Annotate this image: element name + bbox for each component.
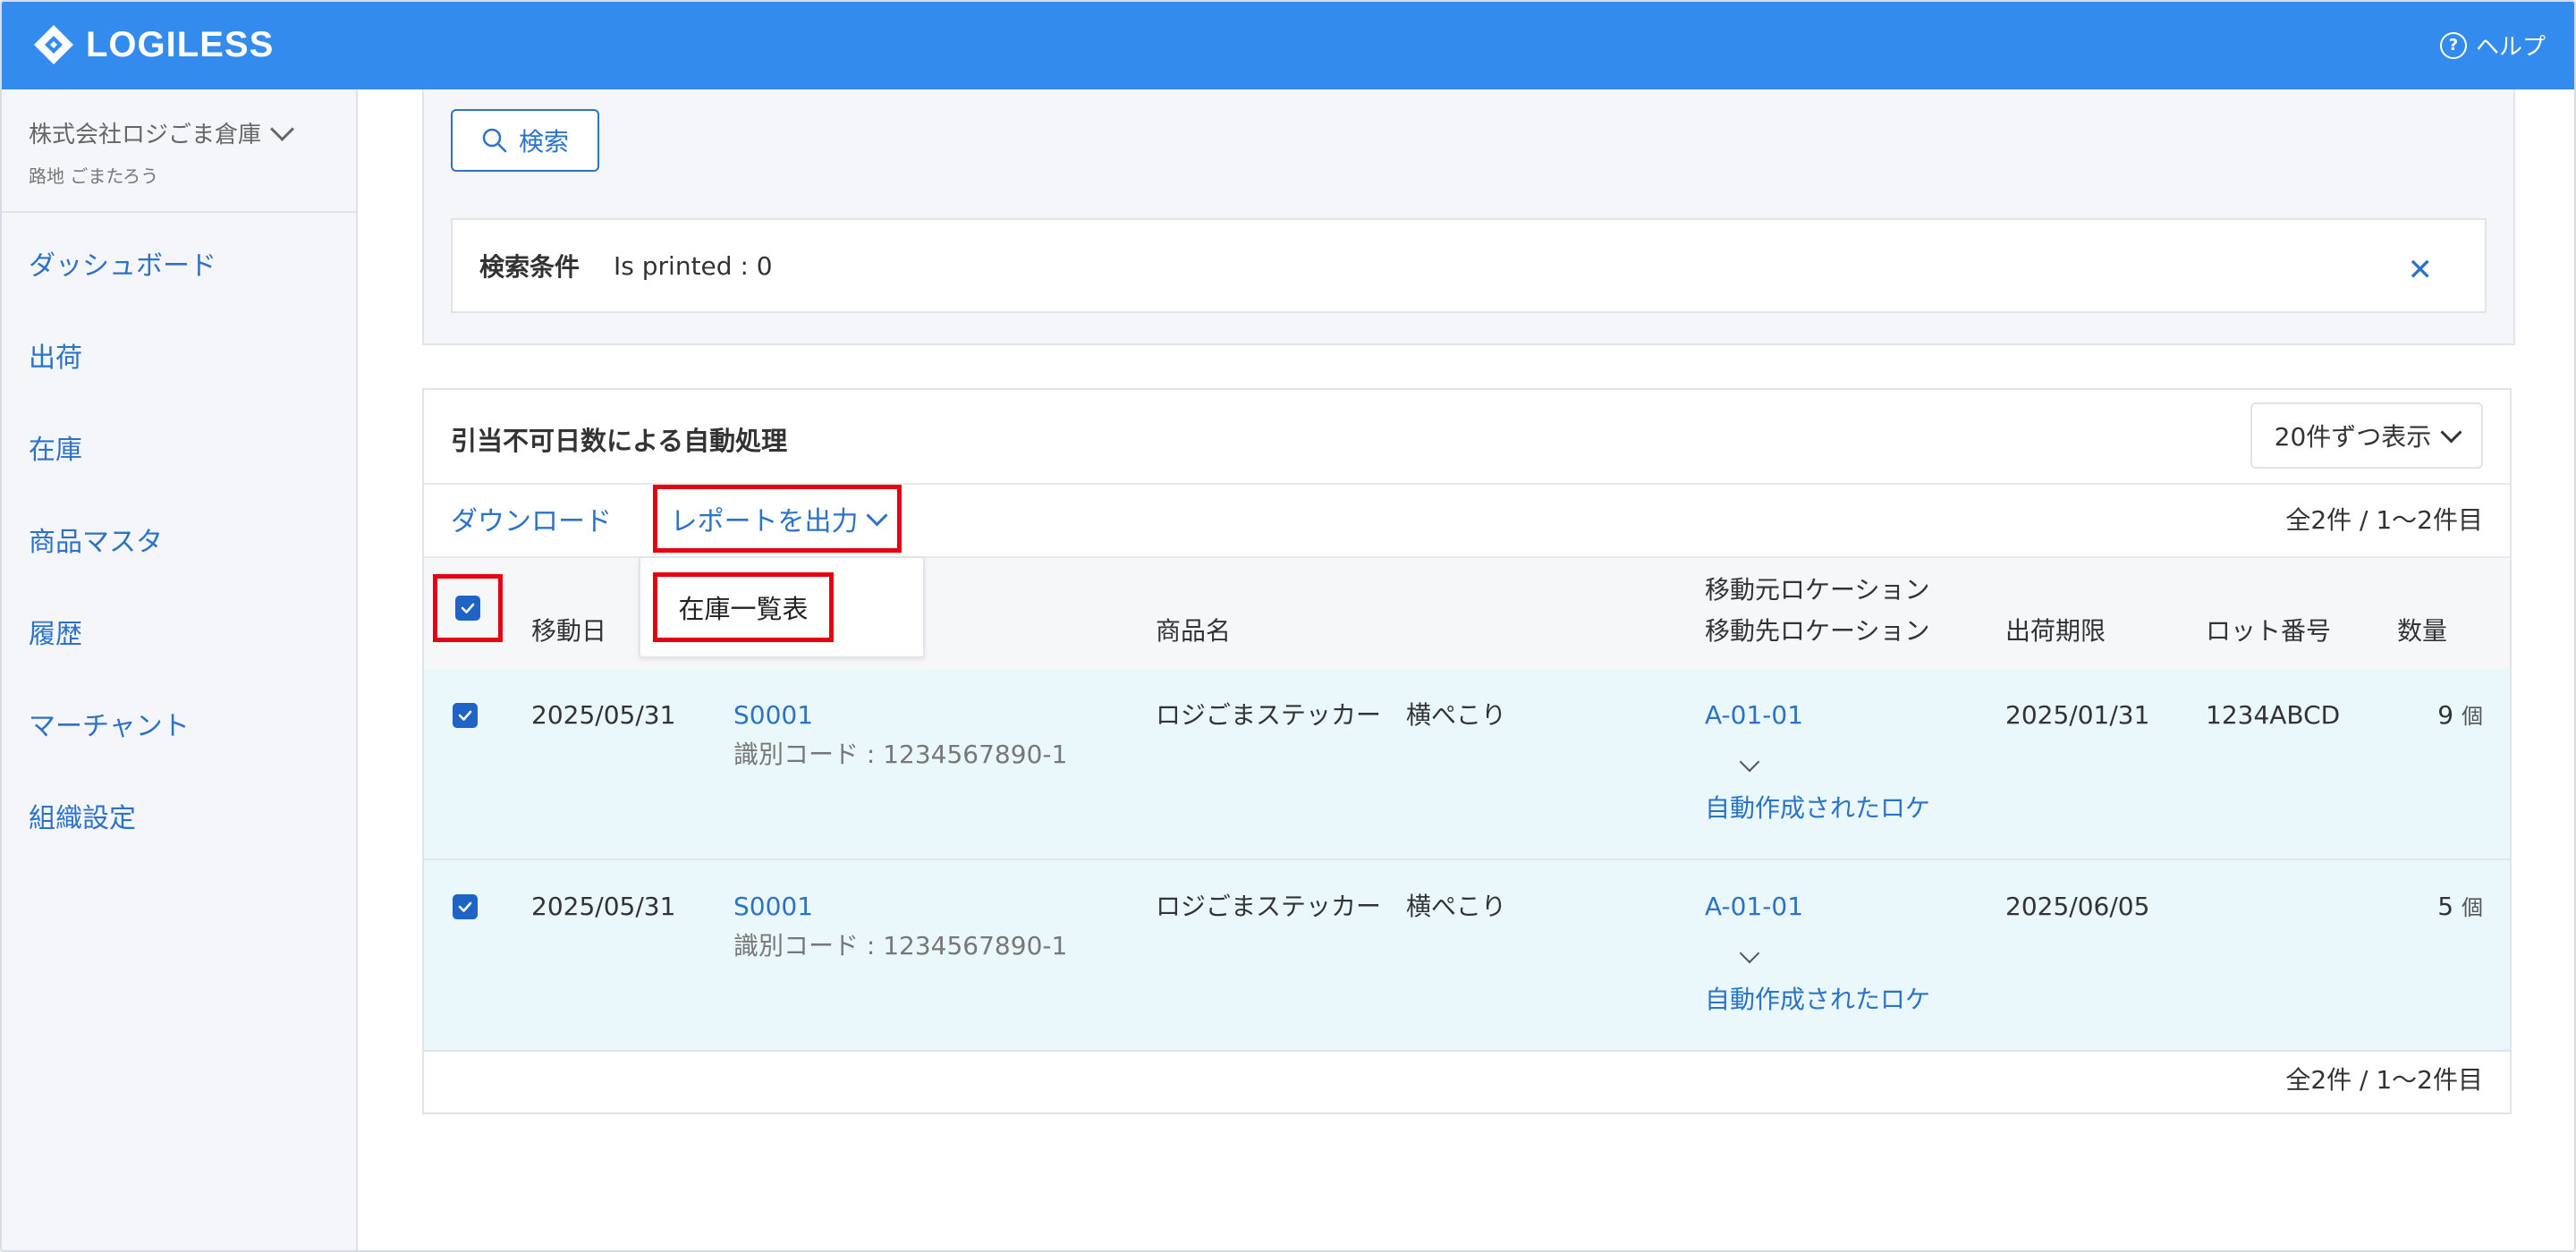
table-row[interactable]: 2025/05/31 S0001 識別コード : 1234567890-1 ロジ… bbox=[424, 860, 2510, 1052]
org-name: 株式会社ロジごま倉庫 bbox=[29, 122, 262, 148]
column-header-qty[interactable]: 数量 bbox=[2397, 612, 2447, 651]
row-qty: 9 個 bbox=[2437, 696, 2483, 736]
result-count-top: 全2件 / 1〜2件目 bbox=[2285, 505, 2483, 535]
logo[interactable]: LOGILESS bbox=[32, 23, 274, 66]
sidebar-item-products[interactable]: 商品マスタ bbox=[29, 520, 163, 559]
row-qty: 5 個 bbox=[2437, 887, 2483, 927]
row-checkbox[interactable] bbox=[453, 894, 478, 919]
clear-conditions-close-icon[interactable]: ✕ bbox=[2408, 252, 2434, 288]
search-button-label: 検索 bbox=[518, 127, 569, 156]
row-id-code: 識別コード : 1234567890-1 bbox=[733, 740, 1068, 769]
checkmark-icon bbox=[458, 710, 472, 721]
report-output-label: レポートを出力 bbox=[670, 506, 859, 537]
row-qty-unit: 個 bbox=[2462, 895, 2483, 920]
per-page-select[interactable]: 20件ずつ表示 bbox=[2250, 402, 2483, 469]
sidebar-item-dashboard[interactable]: ダッシュボード bbox=[29, 243, 216, 283]
row-qty-unit: 個 bbox=[2462, 704, 2483, 729]
column-header-lot[interactable]: ロット番号 bbox=[2206, 612, 2331, 651]
row-date: 2025/05/31 bbox=[531, 700, 676, 730]
row-id-code: 識別コード : 1234567890-1 bbox=[733, 931, 1068, 960]
row-expiry: 2025/01/31 bbox=[2005, 700, 2150, 730]
row-location-to-link[interactable]: 自動作成されたロケ bbox=[1705, 980, 1930, 1019]
checkmark-icon bbox=[458, 901, 472, 912]
search-button[interactable]: 検索 bbox=[451, 109, 599, 172]
row-location-from-link[interactable]: A-01-01 bbox=[1705, 887, 1803, 926]
top-bar: LOGILESS ? ヘルプ bbox=[2, 2, 2574, 89]
row-code-link[interactable]: S0001 bbox=[733, 887, 813, 926]
sidebar-divider bbox=[2, 211, 356, 213]
row-lot: 1234ABCD bbox=[2206, 700, 2341, 730]
search-panel: 検索 検索条件 Is printed : 0 ✕ bbox=[422, 89, 2515, 345]
app-window: LOGILESS ? ヘルプ 株式会社ロジごま倉庫 路地 ごまたろう ダッシュボ… bbox=[0, 0, 2576, 1252]
checkmark-icon bbox=[461, 603, 475, 613]
column-header-location-to[interactable]: 移動先ロケーション bbox=[1705, 612, 1929, 651]
chevron-down-icon bbox=[2440, 420, 2462, 444]
chevron-down-icon bbox=[865, 503, 888, 527]
question-circle-icon: ? bbox=[2439, 31, 2467, 59]
search-conditions: 検索条件 Is printed : 0 ✕ bbox=[451, 218, 2487, 313]
column-header-location-from[interactable]: 移動元ロケーション bbox=[1705, 571, 1929, 610]
column-header-expiry[interactable]: 出荷期限 bbox=[2005, 612, 2106, 651]
conditions-label: 検索条件 bbox=[479, 252, 580, 282]
help-link[interactable]: ? ヘルプ bbox=[2439, 29, 2546, 62]
column-header-date[interactable]: 移動日 bbox=[531, 612, 606, 651]
row-location-from-link[interactable]: A-01-01 bbox=[1705, 696, 1803, 735]
select-all-checkbox[interactable] bbox=[455, 596, 480, 621]
table-row[interactable]: 2025/05/31 S0001 識別コード : 1234567890-1 ロジ… bbox=[424, 669, 2510, 860]
list-title: 引当不可日数による自動処理 bbox=[451, 426, 788, 456]
sidebar-item-org-settings[interactable]: 組織設定 bbox=[29, 796, 136, 835]
row-location-to-link[interactable]: 自動作成されたロケ bbox=[1705, 789, 1930, 828]
logo-text: LOGILESS bbox=[86, 24, 275, 64]
sidebar: 株式会社ロジごま倉庫 路地 ごまたろう ダッシュボード 出荷 在庫 商品マスタ … bbox=[2, 89, 358, 1250]
sidebar-item-inventory[interactable]: 在庫 bbox=[29, 427, 82, 467]
sidebar-item-history[interactable]: 履歴 bbox=[29, 612, 82, 651]
sidebar-item-merchant[interactable]: マーチャント bbox=[29, 704, 190, 743]
column-header-product[interactable]: 商品名 bbox=[1156, 612, 1231, 651]
conditions-value: Is printed : 0 bbox=[614, 250, 773, 281]
logiless-logo-icon bbox=[34, 25, 73, 64]
select-all-highlight bbox=[433, 574, 503, 642]
download-link[interactable]: ダウンロード bbox=[451, 499, 612, 538]
search-icon bbox=[482, 128, 507, 153]
list-panel: 引当不可日数による自動処理 20件ずつ表示 ダウンロード レポートを出力 全2件… bbox=[422, 388, 2512, 1114]
help-label: ヘルプ bbox=[2475, 34, 2546, 61]
report-dropdown-menu: 在庫一覧表 bbox=[639, 556, 925, 658]
menu-item-inventory-list[interactable]: 在庫一覧表 bbox=[653, 572, 834, 642]
arrow-down-icon bbox=[1739, 751, 1760, 773]
org-switcher[interactable]: 株式会社ロジごま倉庫 路地 ごまたろう bbox=[29, 116, 294, 188]
user-name: 路地 ごまたろう bbox=[29, 165, 159, 187]
row-date: 2025/05/31 bbox=[531, 892, 676, 921]
result-count-bottom: 全2件 / 1〜2件目 bbox=[2285, 1065, 2483, 1095]
sidebar-item-shipping[interactable]: 出荷 bbox=[29, 335, 82, 375]
report-output-button[interactable]: レポートを出力 bbox=[653, 485, 902, 553]
row-product-name: ロジごまステッカー 横ぺこり bbox=[1156, 700, 1507, 730]
chevron-down-icon bbox=[270, 117, 294, 141]
per-page-label: 20件ずつ表示 bbox=[2274, 422, 2432, 452]
arrow-down-icon bbox=[1739, 943, 1760, 964]
row-checkbox[interactable] bbox=[453, 703, 478, 728]
row-expiry: 2025/06/05 bbox=[2005, 892, 2150, 921]
row-qty-value: 5 bbox=[2437, 892, 2454, 921]
row-qty-value: 9 bbox=[2437, 700, 2454, 730]
row-product-name: ロジごまステッカー 横ぺこり bbox=[1156, 892, 1507, 921]
row-code-link[interactable]: S0001 bbox=[733, 696, 813, 735]
